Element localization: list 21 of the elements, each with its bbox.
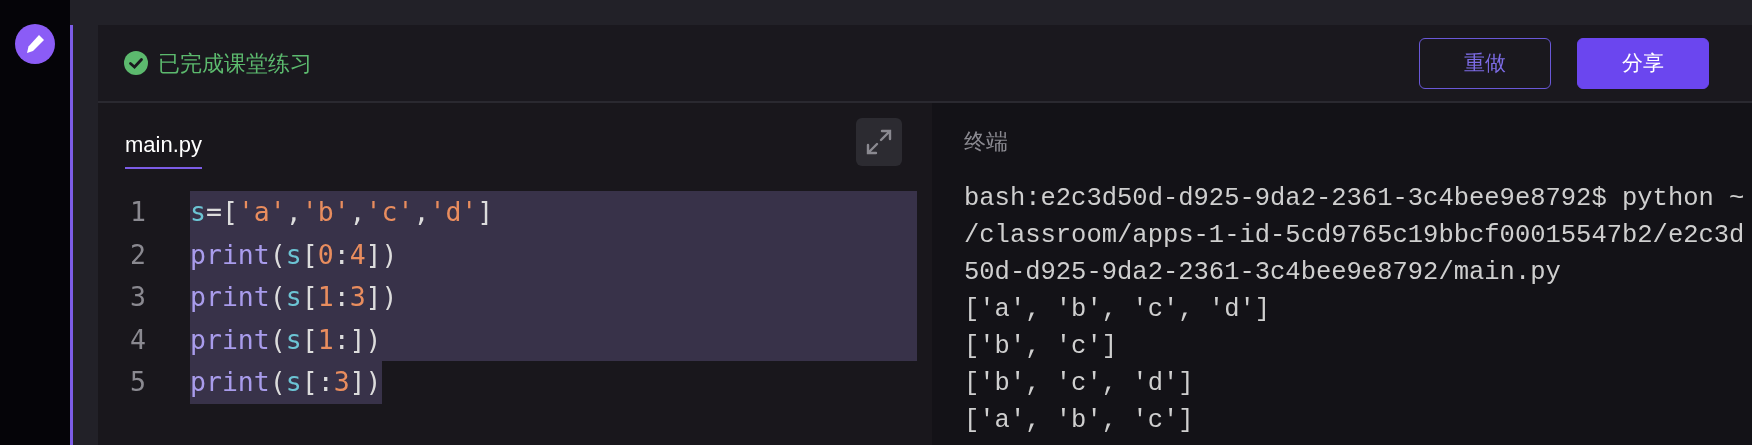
line-number: 4 [129, 322, 147, 357]
terminal-line: /classroom/apps-1-id-5cd9765c19bbcf00015547b2/e2c3d [964, 220, 1745, 252]
expand-button[interactable] [856, 118, 902, 166]
terminal-line: 50d-d925-9da2-2361-3c4bee9e8792/main.py [964, 257, 1561, 289]
action-button[interactable]: 重做 [1419, 37, 1551, 89]
expand-icon [865, 128, 893, 156]
action-button[interactable]: 分享 [1577, 37, 1709, 89]
terminal-line: ['b', 'c'] [964, 331, 1118, 363]
terminal-line: ['a', 'b', 'c', 'd'] [964, 294, 1271, 326]
line-number: 1 [129, 195, 147, 230]
status-text: 已完成课堂练习 [158, 49, 312, 78]
pencil-icon[interactable] [15, 24, 55, 64]
line-number: 5 [129, 365, 147, 400]
line-number: 3 [129, 280, 147, 315]
file-tab[interactable]: main.py [125, 128, 203, 169]
terminal-line: ['b', 'c', 'd'] [964, 368, 1194, 400]
terminal-title: 终端 [964, 128, 1009, 156]
terminal-line: bash:e2c3d50d-d925-9da2-2361-3c4bee9e8792$ python ~ [964, 183, 1745, 215]
line-number: 2 [129, 237, 147, 272]
terminal-line: ['a', 'b', 'c'] [964, 405, 1194, 437]
check-icon [124, 51, 148, 75]
